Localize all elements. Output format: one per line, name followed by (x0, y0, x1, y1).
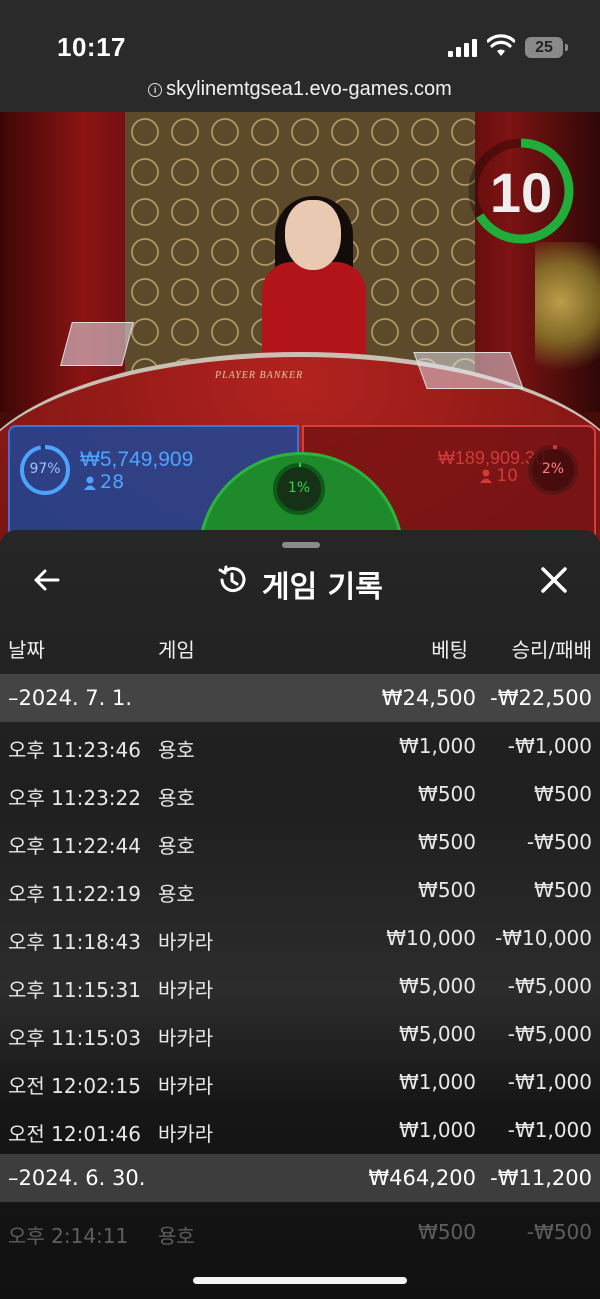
tie-percent: 1% (287, 480, 311, 496)
close-icon[interactable] (534, 560, 574, 600)
row-bet: ₩10,000 (386, 926, 476, 950)
dealer-face (285, 200, 341, 270)
row-time: 오후 11:15:31 (8, 978, 141, 1002)
history-row[interactable]: 오후 11:22:44 용호 ₩500 -₩500 (0, 818, 600, 866)
date-group-header[interactable]: –2024. 7. 1. ₩24,500 -₩22,500 (0, 674, 600, 722)
row-time: 오후 11:22:44 (8, 834, 141, 858)
group-date: –2024. 7. 1. (8, 686, 133, 710)
banker-count-value: 10 (496, 466, 518, 486)
history-row[interactable]: 오후 11:18:43 바카라 ₩10,000 -₩10,000 (0, 914, 600, 962)
row-time: 오후 11:15:03 (8, 1026, 141, 1050)
row-time: 오후 11:22:19 (8, 882, 141, 906)
drag-handle[interactable] (282, 542, 320, 548)
address-bar[interactable]: i skylinemtgsea1.evo-games.com (0, 78, 600, 101)
row-game: 바카라 (158, 930, 214, 954)
column-header-game: 게임 (158, 638, 195, 662)
countdown-number: 10 (489, 161, 553, 224)
back-arrow-icon[interactable] (26, 560, 66, 600)
game-history-panel: 게임 기록 날짜 게임 베팅 승리/패배 –2024. 7. 1. ₩24,50… (0, 530, 600, 1299)
row-bet: ₩1,000 (398, 1118, 476, 1142)
history-row[interactable]: 오후 2:14:11 용호 ₩500 -₩500 (0, 1208, 600, 1256)
row-time: 오후 11:18:43 (8, 930, 141, 954)
history-row[interactable]: 오후 11:23:22 용호 ₩500 ₩500 (0, 770, 600, 818)
player-count: 28 (84, 471, 124, 493)
person-icon (480, 469, 493, 483)
row-result: ₩500 (534, 782, 592, 806)
row-bet: ₩1,000 (398, 734, 476, 758)
history-row[interactable]: 오전 12:01:46 바카라 ₩1,000 -₩1,000 (0, 1106, 600, 1154)
row-result: ₩500 (534, 878, 592, 902)
player-count-value: 28 (100, 471, 125, 493)
row-bet: ₩500 (418, 1220, 476, 1244)
row-bet: ₩5,000 (398, 1022, 476, 1046)
row-bet: ₩500 (418, 782, 476, 806)
history-row[interactable]: 오전 12:02:15 바카라 ₩1,000 -₩1,000 (0, 1058, 600, 1106)
player-total-amount: ₩5,749,909 (80, 448, 194, 471)
history-row[interactable]: 오후 11:15:03 바카라 ₩5,000 -₩5,000 (0, 1010, 600, 1058)
plant (535, 242, 600, 392)
row-time: 오후 11:23:46 (8, 738, 141, 762)
signal-icon (448, 39, 480, 57)
row-game: 바카라 (158, 1122, 214, 1146)
row-time: 오전 12:01:46 (8, 1122, 141, 1146)
row-bet: ₩500 (418, 830, 476, 854)
card-shoe-right (413, 352, 524, 389)
panel-title: 게임 기록 (262, 570, 383, 605)
row-result: -₩1,000 (507, 1118, 592, 1142)
banker-percent: 2% (541, 461, 565, 477)
row-game: 용호 (158, 1224, 195, 1248)
row-game: 용호 (158, 834, 195, 858)
row-game: 용호 (158, 882, 195, 906)
group-result-total: -₩22,500 (490, 686, 592, 710)
group-bet-total: ₩464,200 (368, 1166, 476, 1190)
battery-icon: 25 (525, 37, 568, 58)
column-header-bet: 베팅 (431, 638, 468, 662)
row-game: 바카라 (158, 1074, 214, 1098)
group-result-total: -₩11,200 (490, 1166, 592, 1190)
status-bar: 10:17 25 i skylinemtgsea1.evo-games.com (0, 0, 600, 112)
row-game: 용호 (158, 786, 195, 810)
history-row[interactable]: 오후 11:23:46 용호 ₩1,000 -₩1,000 (0, 722, 600, 770)
history-row[interactable]: 오후 11:15:31 바카라 ₩5,000 -₩5,000 (0, 962, 600, 1010)
person-icon (84, 476, 96, 490)
row-game: 바카라 (158, 1026, 214, 1050)
wifi-icon (487, 34, 515, 56)
row-result: -₩1,000 (507, 734, 592, 758)
column-header-date: 날짜 (8, 638, 45, 662)
row-result: -₩500 (526, 830, 592, 854)
url-text: skylinemtgsea1.evo-games.com (166, 78, 452, 100)
row-result: -₩5,000 (507, 974, 592, 998)
row-result: -₩1,000 (507, 1070, 592, 1094)
row-time: 오전 12:02:15 (8, 1074, 141, 1098)
group-date: –2024. 6. 30. (8, 1166, 146, 1190)
row-result: -₩10,000 (495, 926, 592, 950)
group-bet-total: ₩24,500 (381, 686, 476, 710)
row-time: 오후 2:14:11 (8, 1224, 129, 1248)
row-bet: ₩500 (418, 878, 476, 902)
card-shoe-left (60, 322, 134, 366)
info-icon: i (148, 82, 163, 97)
row-result: -₩500 (526, 1220, 592, 1244)
row-result: -₩5,000 (507, 1022, 592, 1046)
row-game: 바카라 (158, 978, 214, 1002)
curtain-left (0, 112, 140, 412)
history-list: –2024. 7. 1. ₩24,500 -₩22,500 오후 11:23:4… (0, 674, 600, 1256)
row-bet: ₩5,000 (398, 974, 476, 998)
history-row[interactable]: 오후 11:22:19 용호 ₩500 ₩500 (0, 866, 600, 914)
history-icon (218, 565, 246, 593)
banker-count: 10 (480, 466, 518, 486)
table-print: PLAYER BANKER (215, 370, 304, 381)
column-header-result: 승리/패배 (511, 638, 592, 662)
row-game: 용호 (158, 738, 195, 762)
player-percent: 97% (29, 461, 61, 477)
row-bet: ₩1,000 (398, 1070, 476, 1094)
home-indicator[interactable] (193, 1277, 407, 1284)
status-time: 10:17 (57, 32, 126, 62)
row-time: 오후 11:23:22 (8, 786, 141, 810)
date-group-header[interactable]: –2024. 6. 30. ₩464,200 -₩11,200 (0, 1154, 600, 1202)
